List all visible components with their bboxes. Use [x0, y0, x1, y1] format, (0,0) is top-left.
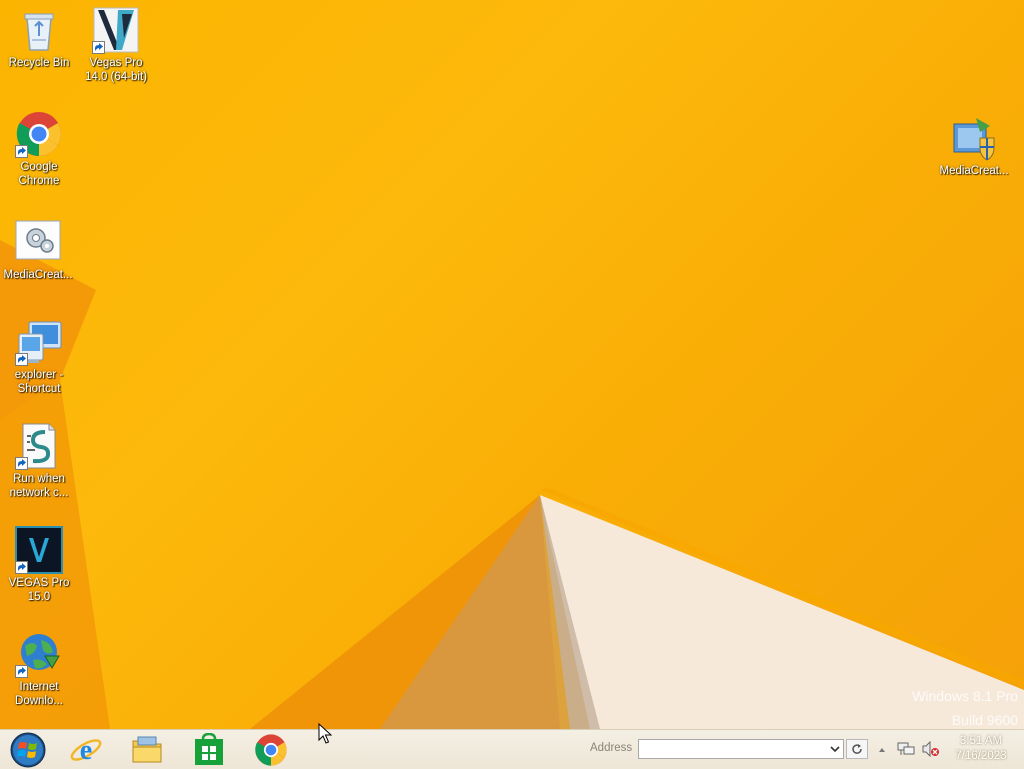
refresh-icon — [852, 744, 862, 754]
shortcut-arrow-icon — [92, 41, 105, 54]
chevron-down-icon — [830, 746, 840, 753]
network-icon — [897, 742, 915, 755]
windows-store-icon — [195, 732, 223, 765]
address-refresh-button[interactable] — [846, 739, 868, 759]
media-creation-installer-icon — [950, 114, 998, 162]
shortcut-arrow-icon — [15, 665, 28, 678]
wallpaper-background — [0, 240, 1024, 729]
desktop-icon-run-when-network[interactable]: Run when network c... — [1, 422, 77, 500]
shortcut-arrow-icon — [15, 561, 28, 574]
windows-start-orb-icon — [10, 732, 46, 767]
media-creation-tool-icon — [14, 218, 62, 266]
desktop-icon-label: MediaCreat... — [3, 269, 73, 281]
script-icon — [15, 422, 63, 470]
desktop-icon-media-creation-installer[interactable]: MediaCreat... — [936, 114, 1012, 178]
taskbar: e Address 3:51 AM 7/16/2023 — [0, 729, 1024, 769]
start-button[interactable] — [0, 730, 56, 769]
desktop-icon-label: Vegas Pro 14.0 (64-bit) — [84, 57, 147, 83]
taskbar-google-chrome[interactable] — [243, 730, 299, 769]
desktop-icon-label: Google Chrome — [18, 161, 60, 187]
taskbar-windows-store[interactable] — [181, 730, 237, 769]
address-dropdown-button[interactable] — [828, 740, 842, 758]
vegas-pro-14-icon — [92, 6, 140, 54]
tray-show-hidden-icons[interactable] — [876, 743, 888, 755]
address-toolbar-label: Address — [590, 742, 633, 754]
desktop-icon-label: Run when network c... — [9, 473, 69, 499]
volume-muted-icon — [922, 740, 939, 758]
taskbar-file-explorer[interactable] — [119, 730, 175, 769]
shortcut-arrow-icon — [15, 145, 28, 158]
watermark-build: Build 9600 — [951, 712, 1018, 728]
explorer-shortcut-icon — [15, 318, 63, 366]
desktop-icon-label: Internet Downlo... — [15, 681, 63, 707]
desktop-icon-vegas-pro-14[interactable]: Vegas Pro 14.0 (64-bit) — [78, 6, 154, 84]
desktop-icon-label: VEGAS Pro 15.0 — [8, 577, 70, 603]
svg-text:e: e — [80, 735, 92, 766]
desktop-icon-label: explorer - Shortcut — [14, 369, 64, 395]
taskbar-internet-explorer[interactable]: e — [58, 730, 114, 769]
internet-explorer-icon: e — [70, 735, 102, 766]
clock-date: 7/16/2023 — [955, 750, 1007, 762]
tray-network-button[interactable] — [897, 741, 915, 757]
address-input[interactable] — [638, 739, 844, 759]
file-explorer-icon — [132, 736, 162, 762]
desktop-icon-internet-download-manager[interactable]: Internet Downlo... — [1, 630, 77, 708]
desktop: Recycle Bin Vegas Pro 14.0 (64-bit) Goog… — [0, 0, 1024, 729]
watermark-edition: Windows 8.1 Pro — [912, 688, 1018, 704]
desktop-icon-recycle-bin[interactable]: Recycle Bin — [1, 6, 77, 70]
chevron-up-icon — [879, 748, 885, 752]
desktop-icon-vegas-pro-15[interactable]: VEGAS Pro 15.0 — [1, 526, 77, 604]
recycle-bin-icon — [15, 6, 63, 54]
desktop-icon-label: MediaCreat... — [939, 165, 1009, 177]
shortcut-arrow-icon — [15, 457, 28, 470]
mouse-pointer-icon — [318, 723, 332, 744]
tray-volume-button[interactable] — [922, 740, 940, 758]
clock-time: 3:51 AM — [959, 735, 1003, 747]
chrome-icon — [15, 110, 63, 158]
windows-version-watermark: Windows 8.1 Pro Build 9600 — [912, 684, 1018, 729]
desktop-icon-media-creation-tool[interactable]: MediaCreat... — [0, 218, 76, 282]
shortcut-arrow-icon — [15, 353, 28, 366]
desktop-icon-explorer-shortcut[interactable]: explorer - Shortcut — [1, 318, 77, 396]
internet-download-manager-icon — [15, 630, 63, 678]
taskbar-clock[interactable]: 3:51 AM 7/16/2023 — [948, 734, 1014, 764]
vegas-pro-15-icon — [15, 526, 63, 574]
chrome-icon — [255, 733, 287, 766]
desktop-icon-google-chrome[interactable]: Google Chrome — [1, 110, 77, 188]
desktop-icon-label: Recycle Bin — [8, 57, 70, 69]
